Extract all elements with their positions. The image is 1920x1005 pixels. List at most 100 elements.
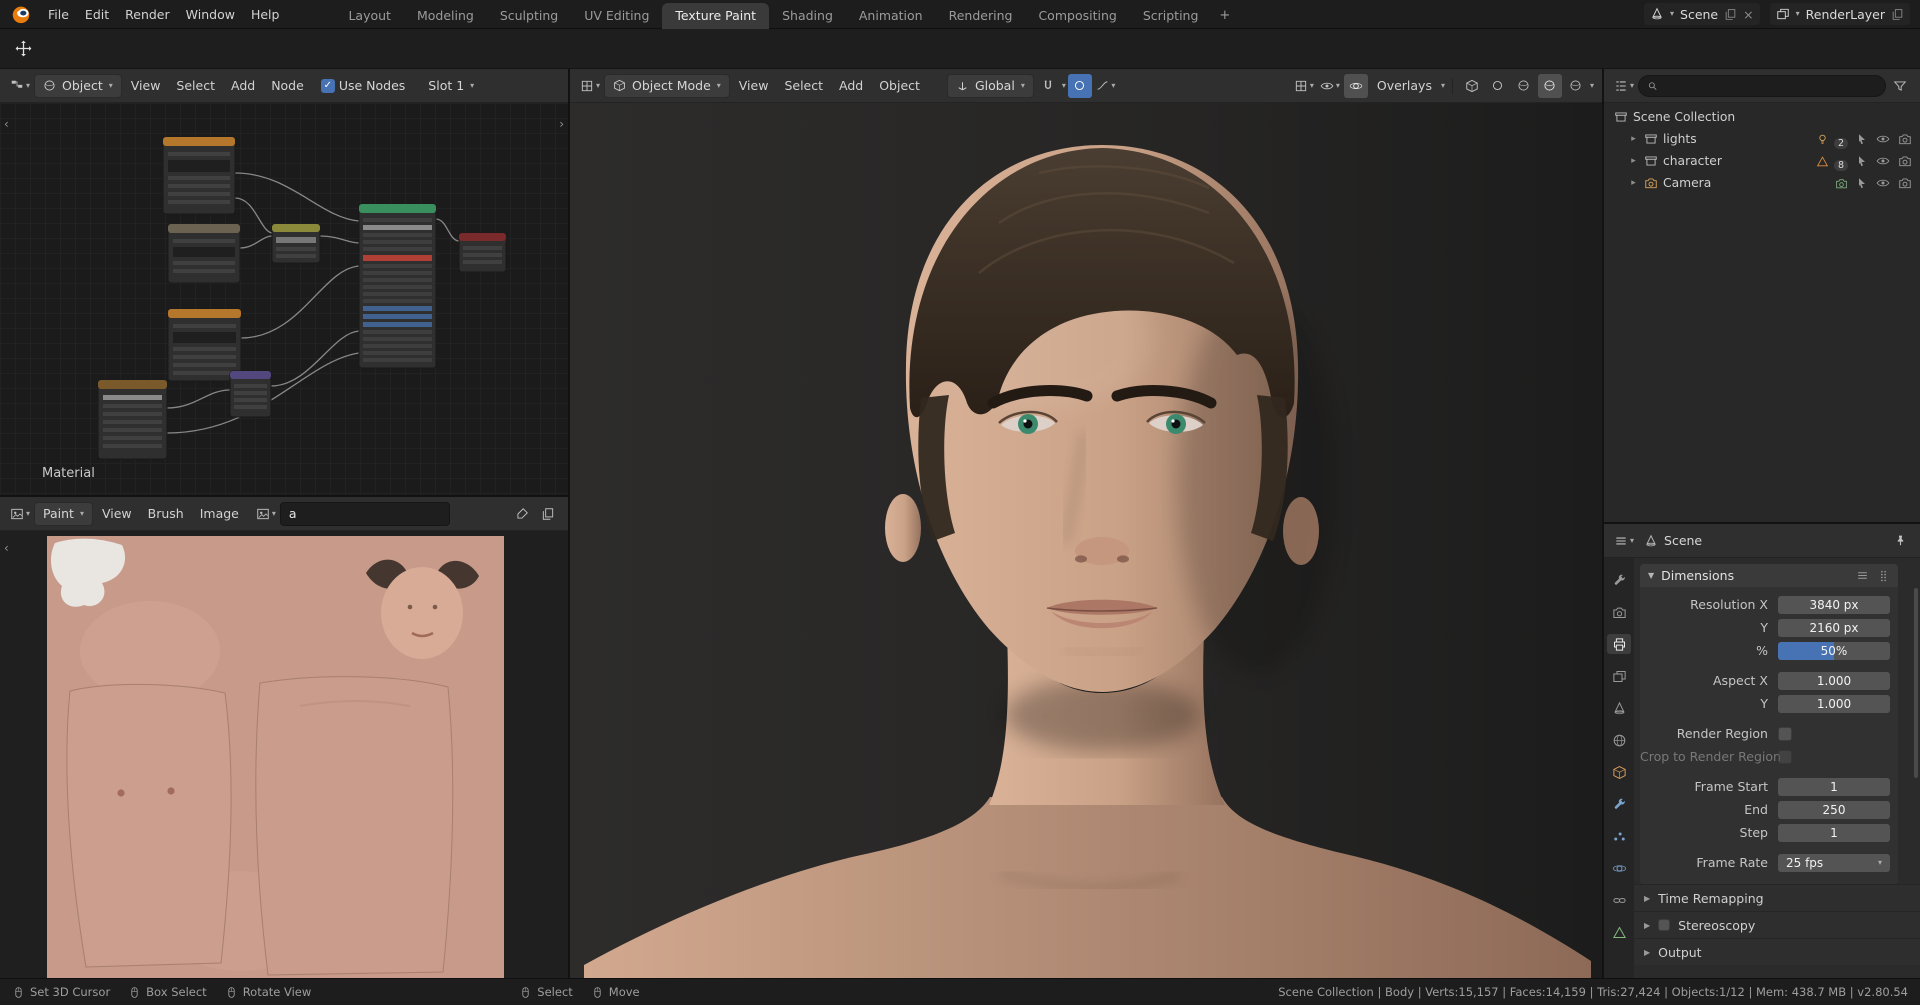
shader-node-output[interactable] [458,232,507,273]
snap-options-caret[interactable]: ▾ [1062,81,1066,90]
outliner-row-lights[interactable]: ▸ lights 2 [1604,128,1920,150]
frame-rate-dropdown[interactable]: 25 fps ▾ [1778,853,1890,872]
menu-file[interactable]: File [40,4,77,25]
region-toggle-arrow[interactable]: › [559,117,564,131]
outliner-search[interactable] [1638,74,1886,97]
pointer-icon[interactable] [1856,133,1868,145]
orientation-dropdown[interactable]: Global ▾ [946,73,1034,98]
tab-compositing[interactable]: Compositing [1025,3,1129,29]
shader-node[interactable] [162,136,236,215]
tab-texture-paint[interactable]: Texture Paint [662,2,770,29]
xray-toggle[interactable] [1460,74,1484,98]
eye-icon[interactable] [1876,176,1890,190]
tab-modifier-properties[interactable] [1607,794,1631,814]
resolution-x-field[interactable]: 3840 px [1778,595,1890,614]
time-remapping-panel[interactable]: ▶ Time Remapping [1634,884,1920,911]
outliner-row-scene-collection[interactable]: Scene Collection [1604,106,1920,128]
tab-render-properties[interactable] [1607,602,1631,622]
tab-shading[interactable]: Shading [769,3,846,29]
image-menu-brush[interactable]: Brush [141,503,191,524]
snap-toggle-button[interactable] [1036,74,1060,98]
disclosure-triangle-icon[interactable]: ▸ [1628,178,1639,188]
eye-icon[interactable] [1876,154,1890,168]
view-layer-selector[interactable]: ▾ RenderLayer [1769,3,1910,25]
camera-render-icon[interactable] [1898,154,1912,168]
blender-logo-icon[interactable] [10,3,32,25]
duplicate-image-button[interactable] [536,502,560,526]
shading-wireframe-button[interactable] [1486,74,1510,98]
editor-type-button[interactable]: ▾ [1612,529,1636,553]
pointer-icon[interactable] [1856,177,1868,189]
camera-render-icon[interactable] [1898,132,1912,146]
menu-edit[interactable]: Edit [77,4,117,25]
scene-selector[interactable]: ▾ Scene × [1644,3,1760,25]
tab-output-properties[interactable] [1607,634,1631,654]
node-menu-node[interactable]: Node [264,75,311,96]
tab-sculpting[interactable]: Sculpting [487,3,571,29]
pointer-icon[interactable] [1856,155,1868,167]
frame-step-field[interactable]: 1 [1778,823,1890,842]
draw-mode-button[interactable] [510,502,534,526]
use-nodes-checkbox[interactable]: ✓ [320,78,335,93]
tab-uv-editing[interactable]: UV Editing [571,3,662,29]
tab-scene-properties[interactable] [1607,698,1631,718]
outliner-row-camera[interactable]: ▸ Camera [1604,172,1920,194]
scrollbar[interactable] [1914,588,1918,778]
mode-dropdown[interactable]: Object Mode ▾ [604,73,730,98]
tab-constraints-properties[interactable] [1607,890,1631,910]
node-menu-select[interactable]: Select [169,75,222,96]
overlays-dropdown[interactable]: Overlays [1370,75,1439,96]
render-region-checkbox[interactable]: ✓ [1778,726,1792,741]
shader-node[interactable] [167,308,242,382]
shading-material-button[interactable] [1537,73,1562,98]
region-toggle-arrow[interactable]: ‹ [4,117,9,131]
browse-image-button[interactable]: ▾ [254,502,278,526]
unlink-scene-icon[interactable]: × [1743,7,1753,22]
stereoscopy-panel[interactable]: ▶ ✓ Stereoscopy [1634,911,1920,938]
shading-solid-button[interactable] [1512,74,1536,98]
shader-node[interactable] [271,223,321,264]
tab-animation[interactable]: Animation [846,3,936,29]
shader-node[interactable] [167,223,241,284]
region-toggle-arrow[interactable]: ‹ [4,541,9,555]
tab-tool-properties[interactable] [1607,570,1631,590]
tab-scripting[interactable]: Scripting [1130,3,1212,29]
tab-rendering[interactable]: Rendering [936,3,1026,29]
proportional-edit-button[interactable] [1067,73,1092,98]
editor-type-button[interactable]: ▾ [578,74,602,98]
vp-menu-add[interactable]: Add [832,75,870,96]
disclosure-triangle-icon[interactable]: ▸ [1628,156,1639,166]
move-tool-icon[interactable] [14,39,33,58]
aspect-x-field[interactable]: 1.000 [1778,671,1890,690]
new-layer-icon[interactable] [1891,8,1904,21]
editor-type-button[interactable]: ▾ [8,74,32,98]
new-scene-icon[interactable] [1724,8,1737,21]
frame-start-field[interactable]: 1 [1778,777,1890,796]
gizmos-toggle[interactable] [1343,73,1368,98]
show-gizmo-dropdown[interactable]: ▾ [1318,74,1342,98]
shader-node[interactable] [229,370,272,418]
output-panel[interactable]: ▶ Output [1634,938,1920,965]
selectability-dropdown[interactable]: ▾ [1292,74,1316,98]
tab-particles-properties[interactable] [1607,826,1631,846]
menu-help[interactable]: Help [243,4,288,25]
pin-button[interactable] [1888,529,1912,553]
frame-end-field[interactable]: 250 [1778,800,1890,819]
menu-render[interactable]: Render [117,4,178,25]
uv-image-canvas[interactable]: ‹ [0,531,568,978]
resolution-y-field[interactable]: 2160 px [1778,618,1890,637]
editor-type-button[interactable]: ▾ [8,502,32,526]
tab-layout[interactable]: Layout [335,3,404,29]
overlays-caret[interactable]: ▾ [1441,81,1445,90]
image-menu-image[interactable]: Image [193,503,246,524]
shading-rendered-button[interactable] [1564,74,1588,98]
viewport-canvas[interactable] [570,103,1602,978]
slot-dropdown[interactable]: Slot 1 ▾ [419,74,483,98]
shader-node[interactable] [97,379,168,460]
node-menu-add[interactable]: Add [224,75,262,96]
dimensions-panel-header[interactable]: ▼ Dimensions [1640,564,1898,587]
search-input[interactable] [1664,78,1877,93]
falloff-button[interactable]: ▾ [1094,74,1118,98]
presets-menu-icon[interactable] [1856,569,1869,582]
add-workspace-button[interactable]: + [1211,3,1238,29]
